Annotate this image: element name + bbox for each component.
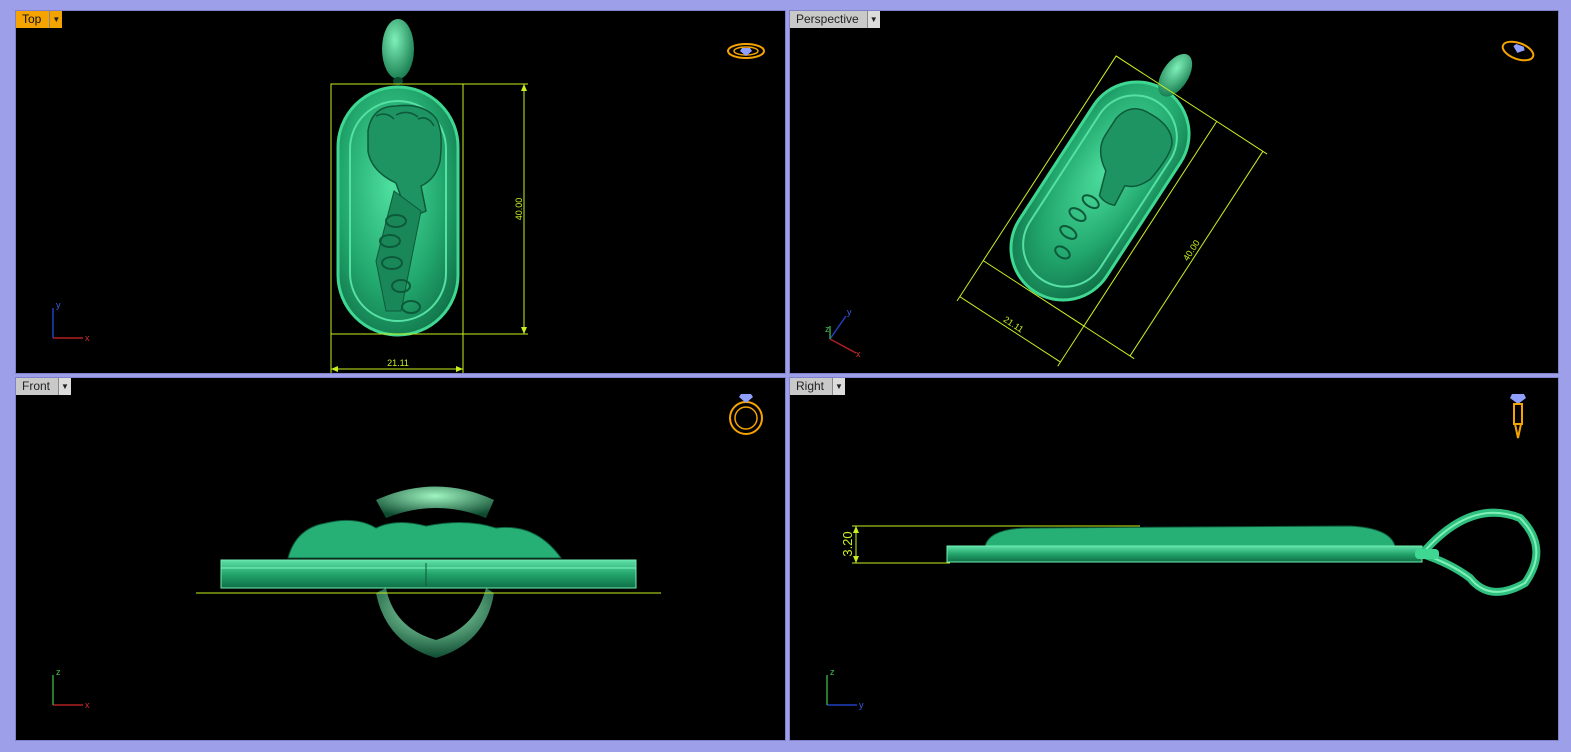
svg-text:z: z xyxy=(830,667,835,677)
viewport-tab-right[interactable]: Right ▼ xyxy=(790,378,846,395)
pendant-bail xyxy=(376,486,494,518)
viewport-top[interactable]: Top ▼ 21.11 40.00 x y xyxy=(15,10,786,374)
viewport-tab-front[interactable]: Front ▼ xyxy=(16,378,72,395)
viewport-title: Top xyxy=(16,11,50,28)
svg-text:x: x xyxy=(856,349,861,359)
viewport-right[interactable]: Right ▼ 3.20 y z xyxy=(789,377,1559,741)
chevron-down-icon[interactable]: ▼ xyxy=(49,11,63,28)
fist-relief xyxy=(984,525,1396,547)
axis-gizmo: x z xyxy=(52,667,90,710)
viewport-title: Front xyxy=(16,378,59,395)
viewport-perspective[interactable]: Perspective ▼ 21.11 40.00 x y z xyxy=(789,10,1559,374)
width-dimension: 21.11 xyxy=(387,358,409,368)
top-view-scene[interactable]: 21.11 40.00 x y xyxy=(16,11,786,374)
thickness-dimension: 3.20 xyxy=(840,531,855,556)
svg-text:y: y xyxy=(859,700,864,710)
pendant-body xyxy=(220,559,637,589)
svg-text:x: x xyxy=(85,700,90,710)
pendant-bail xyxy=(1415,508,1541,596)
front-view-scene[interactable]: x z xyxy=(16,378,786,741)
svg-text:y: y xyxy=(847,307,852,317)
svg-text:z: z xyxy=(825,324,830,334)
svg-text:z: z xyxy=(56,667,61,677)
viewport-front[interactable]: Front ▼ x z xyxy=(15,377,786,741)
ring-perspective-icon[interactable] xyxy=(1500,38,1536,64)
viewport-title: Perspective xyxy=(790,11,867,28)
axis-gizmo: y z xyxy=(826,667,864,710)
pendant-body xyxy=(946,545,1423,563)
axis-gizmo: x y z xyxy=(825,307,861,359)
chevron-down-icon[interactable]: ▼ xyxy=(866,11,880,28)
perspective-view-scene[interactable]: 21.11 40.00 x y z xyxy=(790,11,1559,374)
chevron-down-icon[interactable]: ▼ xyxy=(58,378,72,395)
pendant-bail xyxy=(382,19,414,79)
viewport-tab-perspective[interactable]: Perspective ▼ xyxy=(790,11,880,28)
ring-top-view-icon[interactable] xyxy=(727,43,765,59)
svg-text:x: x xyxy=(85,333,90,343)
axis-gizmo: x y xyxy=(52,300,90,343)
chevron-down-icon[interactable]: ▼ xyxy=(832,378,846,395)
height-dimension: 40.00 xyxy=(514,198,524,221)
ring-side-view-icon[interactable] xyxy=(1510,394,1526,439)
viewport-tab-top[interactable]: Top ▼ xyxy=(16,11,63,28)
right-view-scene[interactable]: 3.20 y z xyxy=(790,378,1559,741)
ring-front-view-icon[interactable] xyxy=(729,394,763,435)
viewport-title: Right xyxy=(790,378,833,395)
svg-text:y: y xyxy=(56,300,61,310)
fist-relief xyxy=(287,519,562,559)
status-strip xyxy=(0,741,1571,752)
